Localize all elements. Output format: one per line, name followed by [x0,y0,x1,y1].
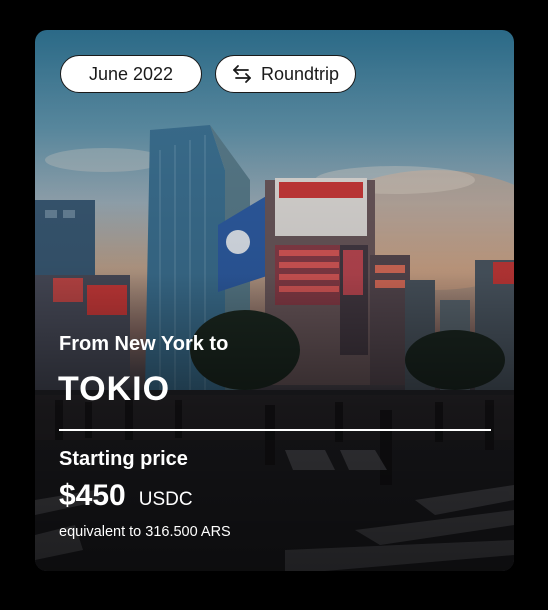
flight-offer-card[interactable]: June 2022 Roundtrip From New York to TOK… [35,30,514,571]
divider [59,429,491,431]
equivalent-price: equivalent to 316.500 ARS [59,524,231,540]
price-label: Starting price [59,448,188,470]
date-pill-label: June 2022 [88,63,174,84]
trip-type-label: Roundtrip [260,63,340,84]
trip-type-pill[interactable]: Roundtrip [215,55,356,93]
date-pill[interactable]: June 2022 [60,55,202,93]
swap-arrows-icon [233,65,251,83]
price-currency: USDC [138,489,193,510]
price-row: $450 USDC [59,479,193,513]
price-value: $450 [59,479,126,512]
origin-text: From New York to [59,333,229,355]
destination-title: TOKIO [58,370,171,408]
